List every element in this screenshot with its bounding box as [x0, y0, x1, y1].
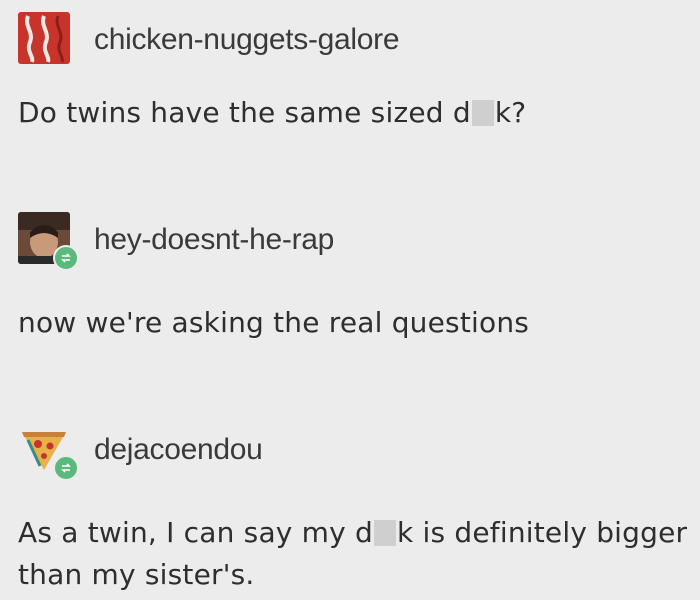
reblog-icon: [53, 245, 79, 271]
post-username[interactable]: chicken-nuggets-galore: [94, 23, 400, 57]
avatar[interactable]: [18, 212, 79, 271]
avatar[interactable]: [18, 422, 79, 481]
post-body: Do twins have the same sized d k?: [18, 92, 688, 134]
post-text-part: As a twin, I can say my d: [18, 516, 373, 549]
post-text-part: k?: [494, 96, 527, 129]
post-header: chicken-nuggets-galore: [18, 12, 400, 68]
reblog-icon: [53, 455, 79, 481]
post-text-part: Do twins have the same sized d: [18, 96, 471, 129]
post-header: dejacoendou: [18, 422, 263, 481]
avatar[interactable]: [18, 12, 74, 68]
post-body: As a twin, I can say my dk is definitely…: [18, 512, 688, 596]
post-text: now we're asking the real questions: [18, 306, 530, 339]
censor-block: [471, 100, 494, 126]
post-username[interactable]: dejacoendou: [94, 433, 263, 467]
censor-block: [374, 520, 396, 546]
post-header: hey-doesnt-he-rap: [18, 212, 334, 271]
post-username[interactable]: hey-doesnt-he-rap: [94, 223, 334, 257]
post-body: now we're asking the real questions: [18, 302, 688, 344]
bacon-avatar-icon: [18, 12, 70, 64]
